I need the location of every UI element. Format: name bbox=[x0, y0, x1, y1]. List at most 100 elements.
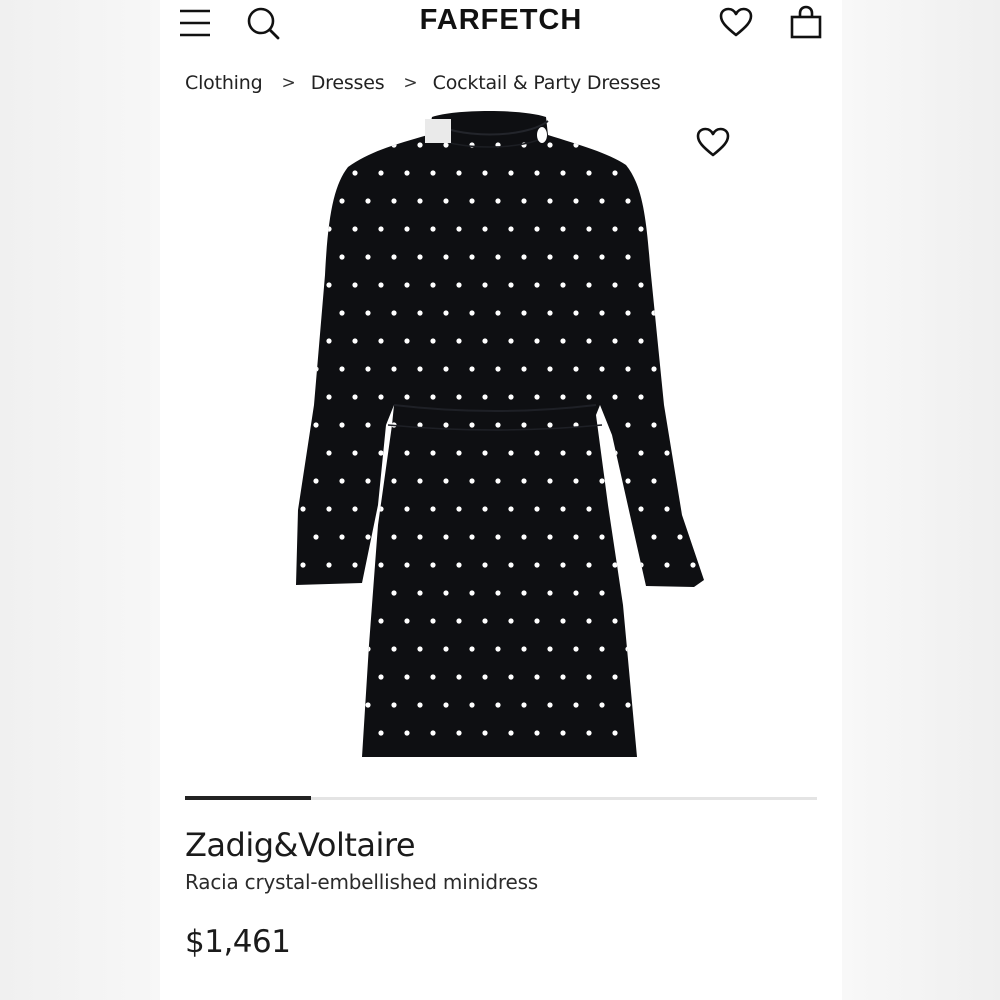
crystal-dot bbox=[430, 562, 436, 568]
crystal-dot bbox=[521, 534, 527, 540]
crystal-dot bbox=[625, 366, 631, 372]
crystal-dot bbox=[664, 282, 670, 288]
crystal-dot bbox=[690, 282, 696, 288]
product-name: Racia crystal-embellished minidress bbox=[185, 870, 539, 894]
crystal-dot bbox=[677, 310, 683, 316]
crystal-dot bbox=[417, 702, 423, 708]
crystal-dot bbox=[456, 674, 462, 680]
crystal-dot bbox=[456, 618, 462, 624]
product-image[interactable] bbox=[290, 105, 710, 770]
product-brand[interactable]: Zadig&Voltaire bbox=[185, 826, 416, 864]
crystal-dot bbox=[300, 562, 306, 568]
crystal-dot bbox=[547, 198, 553, 204]
crystal-dot bbox=[690, 562, 696, 568]
crystal-dot bbox=[469, 534, 475, 540]
crystal-dot bbox=[547, 422, 553, 428]
crystal-dot bbox=[573, 142, 579, 148]
crystal-dot bbox=[326, 282, 332, 288]
crystal-dot bbox=[300, 394, 306, 400]
crystal-dot bbox=[404, 730, 410, 736]
crystal-dot bbox=[430, 282, 436, 288]
crystal-dot bbox=[586, 338, 592, 344]
crystal-dot bbox=[521, 198, 527, 204]
top-navigation-bar: FARFETCH bbox=[160, 0, 842, 44]
crystal-dot bbox=[599, 534, 605, 540]
breadcrumb-clothing[interactable]: Clothing bbox=[185, 72, 263, 94]
image-carousel-progress[interactable] bbox=[185, 796, 817, 800]
crystal-dot bbox=[326, 674, 332, 680]
crystal-dot bbox=[638, 170, 644, 176]
crystal-dot bbox=[290, 310, 293, 315]
crystal-dot bbox=[365, 198, 371, 204]
crystal-dot bbox=[482, 506, 488, 512]
crystal-dot bbox=[625, 702, 631, 708]
crystal-dot bbox=[482, 562, 488, 568]
crystal-dot bbox=[599, 478, 605, 484]
crystal-dot bbox=[677, 422, 683, 428]
shopping-bag-icon[interactable] bbox=[788, 4, 824, 40]
wishlist-heart-icon[interactable] bbox=[718, 6, 754, 38]
crystal-dot bbox=[365, 142, 371, 148]
crystal-dot bbox=[482, 618, 488, 624]
crystal-dot bbox=[560, 730, 566, 736]
crystal-dot bbox=[638, 450, 644, 456]
crystal-dot bbox=[599, 254, 605, 260]
crystal-dot bbox=[430, 226, 436, 232]
crystal-dot bbox=[651, 366, 657, 372]
crystal-dot bbox=[573, 198, 579, 204]
crystal-dot bbox=[417, 646, 423, 652]
crystal-dot bbox=[534, 338, 540, 344]
crystal-dot bbox=[521, 366, 527, 372]
breadcrumb-separator: > bbox=[403, 73, 418, 93]
dress-body bbox=[290, 111, 704, 757]
breadcrumb-cocktail-party-dresses[interactable]: Cocktail & Party Dresses bbox=[433, 72, 661, 94]
breadcrumb-dresses[interactable]: Dresses bbox=[311, 72, 385, 94]
crystal-dot bbox=[404, 618, 410, 624]
crystal-dot bbox=[612, 674, 618, 680]
crystal-dot bbox=[690, 226, 696, 232]
crystal-dot bbox=[352, 730, 358, 736]
crystal-dot bbox=[456, 506, 462, 512]
crystal-dot bbox=[339, 198, 345, 204]
crystal-dot bbox=[625, 310, 631, 316]
crystal-dot bbox=[599, 590, 605, 596]
crystal-dot bbox=[651, 198, 657, 204]
crystal-dot bbox=[638, 338, 644, 344]
crystal-dot bbox=[430, 170, 436, 176]
crystal-dot bbox=[313, 422, 319, 428]
crystal-dot bbox=[482, 170, 488, 176]
breadcrumb-separator: > bbox=[281, 73, 296, 93]
crystal-dot bbox=[612, 170, 618, 176]
product-page: FARFETCH Clothing > Dresses > Cocktail &… bbox=[160, 0, 842, 1000]
crystal-dot bbox=[469, 198, 475, 204]
crystal-dot bbox=[365, 646, 371, 652]
crystal-dot bbox=[430, 450, 436, 456]
crystal-dot bbox=[482, 730, 488, 736]
crystal-dot bbox=[560, 506, 566, 512]
crystal-dot bbox=[521, 702, 527, 708]
crystal-dot bbox=[586, 618, 592, 624]
crystal-dot bbox=[469, 422, 475, 428]
crystal-dot bbox=[352, 506, 358, 512]
crystal-dot bbox=[482, 338, 488, 344]
crystal-dot bbox=[313, 646, 319, 652]
crystal-dot bbox=[625, 198, 631, 204]
crystal-dot bbox=[560, 450, 566, 456]
crystal-dot bbox=[690, 506, 696, 512]
crystal-dot bbox=[599, 646, 605, 652]
crystal-dot bbox=[313, 366, 319, 372]
crystal-dot bbox=[313, 534, 319, 540]
crystal-dot bbox=[508, 618, 514, 624]
crystal-dot bbox=[430, 618, 436, 624]
crystal-dot bbox=[638, 618, 644, 624]
crystal-dot bbox=[651, 590, 657, 596]
crystal-dot bbox=[677, 142, 683, 148]
crystal-dot bbox=[651, 310, 657, 316]
crystal-dot bbox=[560, 618, 566, 624]
crystal-dot bbox=[313, 590, 319, 596]
crystal-dot bbox=[508, 730, 514, 736]
crystal-dot bbox=[300, 506, 306, 512]
add-to-wishlist-heart-icon[interactable] bbox=[695, 126, 731, 158]
crystal-dot bbox=[534, 730, 540, 736]
crystal-dot bbox=[534, 450, 540, 456]
